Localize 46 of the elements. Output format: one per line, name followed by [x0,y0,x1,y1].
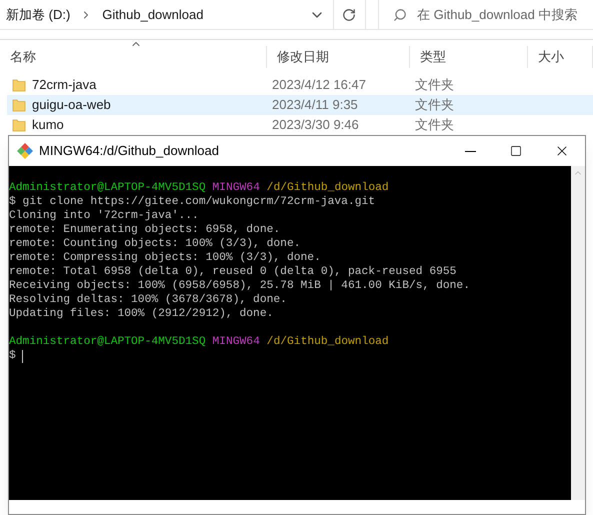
output-line: Receiving objects: 100% (6958/6958), 25.78 MiB | 461.00 KiB/s, done. [9,279,470,293]
file-name: 72crm-java [32,76,96,94]
column-header[interactable]: 修改日期 [277,47,329,67]
prompt-symbol: $ [9,349,16,363]
folder-icon [12,78,26,92]
file-type: 文件夹 [414,76,454,94]
output-line: remote: Compressing objects: 100% (3/3), done. [9,251,321,265]
column-header[interactable]: 名称 [10,47,36,67]
folder-icon [12,98,26,112]
prompt-text: MINGW64 [212,335,260,349]
prompt-text: /d/Github_download [266,181,389,195]
diamond-logo-icon [17,143,33,159]
column-header[interactable]: 大小 [538,47,564,67]
search-icon [393,8,407,22]
minimize-icon [464,150,476,152]
prompt-text: Administrator@LAPTOP-4MV5D1SQ [9,335,206,349]
file-type: 文件夹 [414,96,454,114]
file-row[interactable]: guigu-oa-web 2023/4/11 9:35 文件夹 [7,95,593,115]
prompt-text: /d/Github_download [266,335,389,349]
modified-date: 2023/3/30 9:46 [271,116,360,134]
prompt-text: Administrator@LAPTOP-4MV5D1SQ [9,181,206,195]
file-name: kumo [32,116,64,134]
column-header[interactable]: 类型 [420,47,446,67]
search-field[interactable]: 在 Github_download 中搜索 [378,0,593,29]
breadcrumb-item[interactable]: 新加卷 (D:) [6,4,70,24]
output-line: remote: Enumerating objects: 6958, done. [9,223,280,237]
output-line: Resolving deltas: 100% (3678/3678), done. [9,293,287,307]
output-line: Cloning into '72crm-java'... [9,209,199,223]
prompt-text: MINGW64 [212,181,260,195]
maximize-icon [510,145,522,157]
text-cursor [22,350,23,362]
file-name: guigu-oa-web [32,96,111,114]
output-line: Updating files: 100% (2912/2912), done. [9,307,274,321]
window-title: MINGW64:/d/Github_download [39,142,219,160]
output-line: $ git clone https://gitee.com/wukongcrm/72crm-java.git [9,195,376,209]
modified-date: 2023/4/12 16:47 [271,76,367,94]
file-row[interactable]: kumo 2023/3/30 9:46 文件夹 [7,115,593,135]
output-line: remote: Total 6958 (delta 0), reused 0 (delta 0), pack-reused 6955 [9,265,456,279]
file-row[interactable]: 72crm-java 2023/4/12 16:47 文件夹 [7,75,593,95]
output-line: remote: Counting objects: 100% (3/3), done. [9,237,301,251]
file-type: 文件夹 [414,116,454,134]
modified-date: 2023/4/11 9:35 [271,96,359,114]
breadcrumb-item[interactable]: Github_download [102,4,204,24]
folder-icon [12,118,26,132]
scrollbar[interactable] [571,166,585,500]
refresh-icon [342,8,356,22]
